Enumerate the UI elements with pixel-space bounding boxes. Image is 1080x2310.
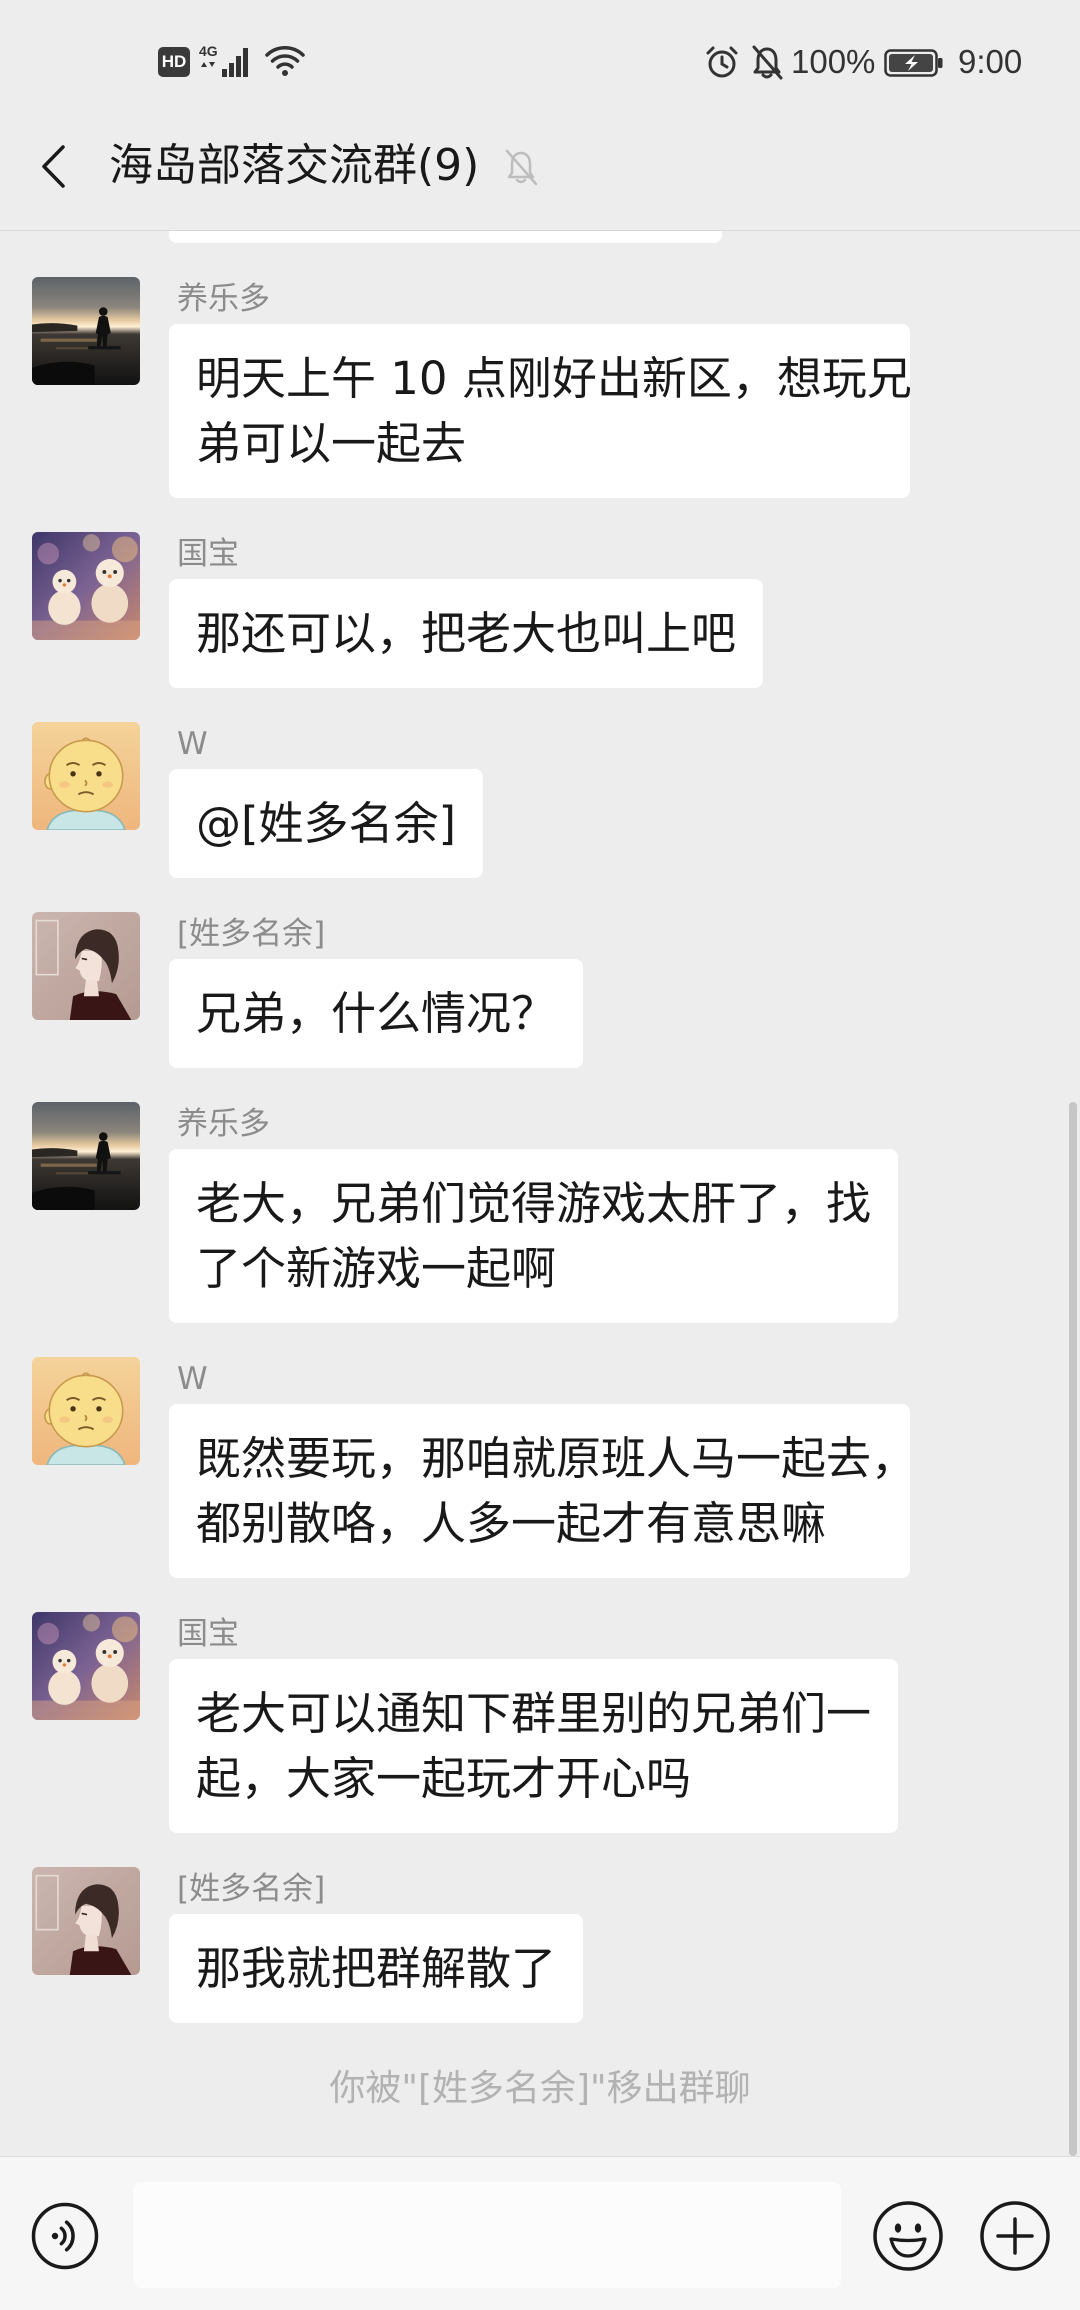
back-button[interactable] bbox=[30, 134, 76, 199]
message-text: 弟可以一起去 bbox=[196, 417, 467, 470]
plus-circle-icon bbox=[980, 2201, 1050, 2271]
sender-name: 国宝 bbox=[177, 536, 239, 572]
message-content: W 既然要玩，那咱就原班人马一起去， 都别散咯，人多一起才有意思嘛 bbox=[169, 1357, 917, 1578]
network-type-label: 4G bbox=[199, 44, 218, 59]
message-row: 国宝 老大可以通知下群里别的兄弟们一 起，大家一起玩才开心吗 bbox=[0, 1612, 1080, 1833]
message-content: 养乐多 老大，兄弟们觉得游戏太肝了，找 了个新游戏一起啊 bbox=[169, 1102, 899, 1323]
emoji-button[interactable] bbox=[872, 2200, 944, 2272]
message-bubble[interactable]: 老大可以通知下群里别的兄弟们一 起，大家一起玩才开心吗 bbox=[169, 1659, 899, 1833]
message-content: [姓多名余] 兄弟，什么情况？ bbox=[169, 912, 584, 1068]
message-text: 老大，兄弟们觉得游戏太肝了，找 bbox=[196, 1177, 872, 1230]
anime-profile-avatar[interactable] bbox=[32, 1867, 140, 1975]
message-row: W 既然要玩，那咱就原班人马一起去， 都别散咯，人多一起才有意思嘛 bbox=[0, 1357, 1080, 1578]
wifi-icon bbox=[265, 46, 305, 76]
message-text: 了个新游戏一起啊 bbox=[196, 1242, 557, 1295]
chevron-left-icon bbox=[42, 145, 65, 188]
sender-name: 养乐多 bbox=[177, 281, 270, 317]
battery-charging-icon bbox=[884, 49, 943, 77]
sender-name: W bbox=[177, 1361, 208, 1397]
message-text: 那还可以，把老大也叫上吧 bbox=[196, 607, 737, 660]
message-text: 都别散咯，人多一起才有意思嘛 bbox=[196, 1497, 827, 1550]
sender-name: [姓多名余] bbox=[177, 1871, 326, 1907]
battery-percent: 100% bbox=[791, 43, 876, 80]
sunset-silhouette-avatar[interactable] bbox=[32, 277, 140, 385]
message-content: W @[姓多名余] bbox=[169, 722, 484, 878]
message-text: 既然要玩，那咱就原班人马一起去， bbox=[196, 1432, 917, 1485]
scrollbar[interactable] bbox=[1069, 1102, 1077, 2156]
message-bubble[interactable]: 既然要玩，那咱就原班人马一起去， 都别散咯，人多一起才有意思嘛 bbox=[169, 1404, 917, 1578]
bell-off-icon bbox=[752, 45, 783, 80]
sunset-silhouette-avatar[interactable] bbox=[32, 1102, 140, 1210]
message-text: 那我就把群解散了 bbox=[196, 1942, 557, 1995]
sender-name: W bbox=[177, 726, 208, 762]
message-row: [姓多名余] 那我就把群解散了 bbox=[0, 1867, 1080, 2023]
voice-input-button[interactable] bbox=[31, 2202, 99, 2270]
message-bubble[interactable]: @[姓多名余] bbox=[169, 769, 484, 878]
snowman-avatar[interactable] bbox=[32, 532, 140, 640]
message-content: 养乐多 明天上午 10 点刚好出新区，想玩兄 弟可以一起去 bbox=[169, 277, 912, 498]
chat-title: 海岛部落交流群(9) bbox=[109, 140, 480, 191]
alarm-clock-icon bbox=[706, 46, 738, 78]
message-bubble[interactable]: 那我就把群解散了 bbox=[169, 1914, 584, 2023]
message-text: 起，大家一起玩才开心吗 bbox=[196, 1752, 692, 1805]
message-bubble[interactable]: 那还可以，把老大也叫上吧 bbox=[169, 579, 764, 688]
voice-input-icon bbox=[31, 2202, 99, 2270]
more-button[interactable] bbox=[979, 2200, 1051, 2272]
status-bar: HD 4G 100% 9:00 bbox=[0, 0, 1080, 118]
message-input[interactable] bbox=[133, 2182, 841, 2288]
sender-name: 国宝 bbox=[177, 1616, 239, 1652]
hd-badge-icon: HD bbox=[158, 47, 190, 77]
anime-profile-avatar[interactable] bbox=[32, 912, 140, 1020]
emoji-icon bbox=[873, 2201, 943, 2271]
sender-name: [姓多名余] bbox=[177, 916, 326, 952]
message-row: 养乐多 明天上午 10 点刚好出新区，想玩兄 弟可以一起去 bbox=[0, 277, 1080, 498]
message-row: W @[姓多名余] bbox=[0, 722, 1080, 878]
message-bubble[interactable]: 明天上午 10 点刚好出新区，想玩兄 弟可以一起去 bbox=[169, 324, 912, 498]
message-content: [姓多名余] 那我就把群解散了 bbox=[169, 1867, 584, 2023]
cartoon-baby-avatar[interactable] bbox=[32, 1357, 140, 1465]
input-bar bbox=[0, 2156, 1080, 2310]
message-bubble[interactable] bbox=[169, 231, 722, 243]
snowman-avatar[interactable] bbox=[32, 1612, 140, 1720]
chat-area[interactable]: 养乐多 明天上午 10 点刚好出新区，想玩兄 弟可以一起去 国宝 那还可以，把老… bbox=[0, 231, 1080, 2156]
message-list: 养乐多 明天上午 10 点刚好出新区，想玩兄 弟可以一起去 国宝 那还可以，把老… bbox=[0, 277, 1080, 2057]
message-bubble[interactable]: 老大，兄弟们觉得游戏太肝了，找 了个新游戏一起啊 bbox=[169, 1149, 899, 1323]
cartoon-baby-avatar[interactable] bbox=[32, 722, 140, 830]
message-text: 老大可以通知下群里别的兄弟们一 bbox=[196, 1687, 872, 1740]
sender-name: 养乐多 bbox=[177, 1106, 270, 1142]
clock-time: 9:00 bbox=[958, 43, 1023, 80]
message-row: [姓多名余] 兄弟，什么情况？ bbox=[0, 912, 1080, 1068]
message-row: 国宝 那还可以，把老大也叫上吧 bbox=[0, 532, 1080, 688]
message-text: 明天上午 10 点刚好出新区，想玩兄 bbox=[196, 352, 912, 405]
chat-header: 海岛部落交流群(9) bbox=[0, 118, 1080, 231]
system-message: 你被"[姓多名余]"移出群聊 bbox=[329, 2068, 751, 2109]
message-content: 国宝 老大可以通知下群里别的兄弟们一 起，大家一起玩才开心吗 bbox=[169, 1612, 899, 1833]
message-bubble[interactable]: 兄弟，什么情况？ bbox=[169, 959, 584, 1068]
message-text: 兄弟，什么情况？ bbox=[196, 987, 557, 1040]
bell-off-icon bbox=[505, 149, 538, 186]
message-row: 养乐多 老大，兄弟们觉得游戏太肝了，找 了个新游戏一起啊 bbox=[0, 1102, 1080, 1323]
cellular-signal-icon: 4G bbox=[199, 44, 248, 77]
message-text: @[姓多名余] bbox=[196, 797, 457, 850]
message-content: 国宝 那还可以，把老大也叫上吧 bbox=[169, 532, 764, 688]
